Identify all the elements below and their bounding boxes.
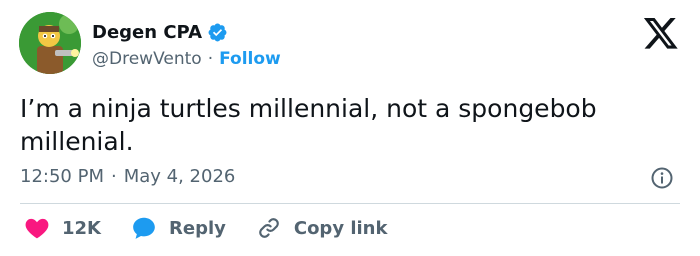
meta-separator: · bbox=[110, 166, 117, 187]
like-count: 12K bbox=[62, 217, 101, 239]
author-handle-row: @DrewVento · Follow bbox=[92, 49, 281, 69]
tweet-meta: 12:50 PM · May 4, 2026 bbox=[20, 166, 235, 187]
author-display-name[interactable]: Degen CPA bbox=[92, 22, 202, 43]
tweet-text: I’m a ninja turtles millennial, not a sp… bbox=[20, 94, 597, 156]
heart-icon bbox=[25, 218, 49, 239]
author-name-row: Degen CPA bbox=[92, 22, 228, 43]
author-handle[interactable]: @DrewVento bbox=[92, 49, 202, 69]
tweet-date[interactable]: May 4, 2026 bbox=[124, 166, 236, 187]
info-icon[interactable] bbox=[650, 166, 674, 190]
follow-button[interactable]: Follow bbox=[219, 49, 281, 69]
action-bar: 12K Reply Copy link bbox=[24, 215, 417, 241]
divider bbox=[20, 203, 680, 204]
reply-button[interactable]: Reply bbox=[131, 215, 226, 241]
copy-link-button[interactable]: Copy link bbox=[256, 215, 388, 241]
avatar-image bbox=[19, 12, 81, 74]
reply-bubble-icon bbox=[133, 217, 155, 239]
avatar[interactable] bbox=[19, 12, 81, 74]
x-logo-icon[interactable] bbox=[644, 18, 678, 49]
tweet-time[interactable]: 12:50 PM bbox=[20, 166, 104, 187]
handle-separator: · bbox=[207, 49, 214, 69]
copy-link-label: Copy link bbox=[293, 217, 388, 239]
reply-label: Reply bbox=[169, 217, 226, 239]
like-button[interactable]: 12K bbox=[24, 215, 101, 241]
link-icon bbox=[259, 218, 279, 238]
verified-badge-icon bbox=[208, 23, 227, 42]
